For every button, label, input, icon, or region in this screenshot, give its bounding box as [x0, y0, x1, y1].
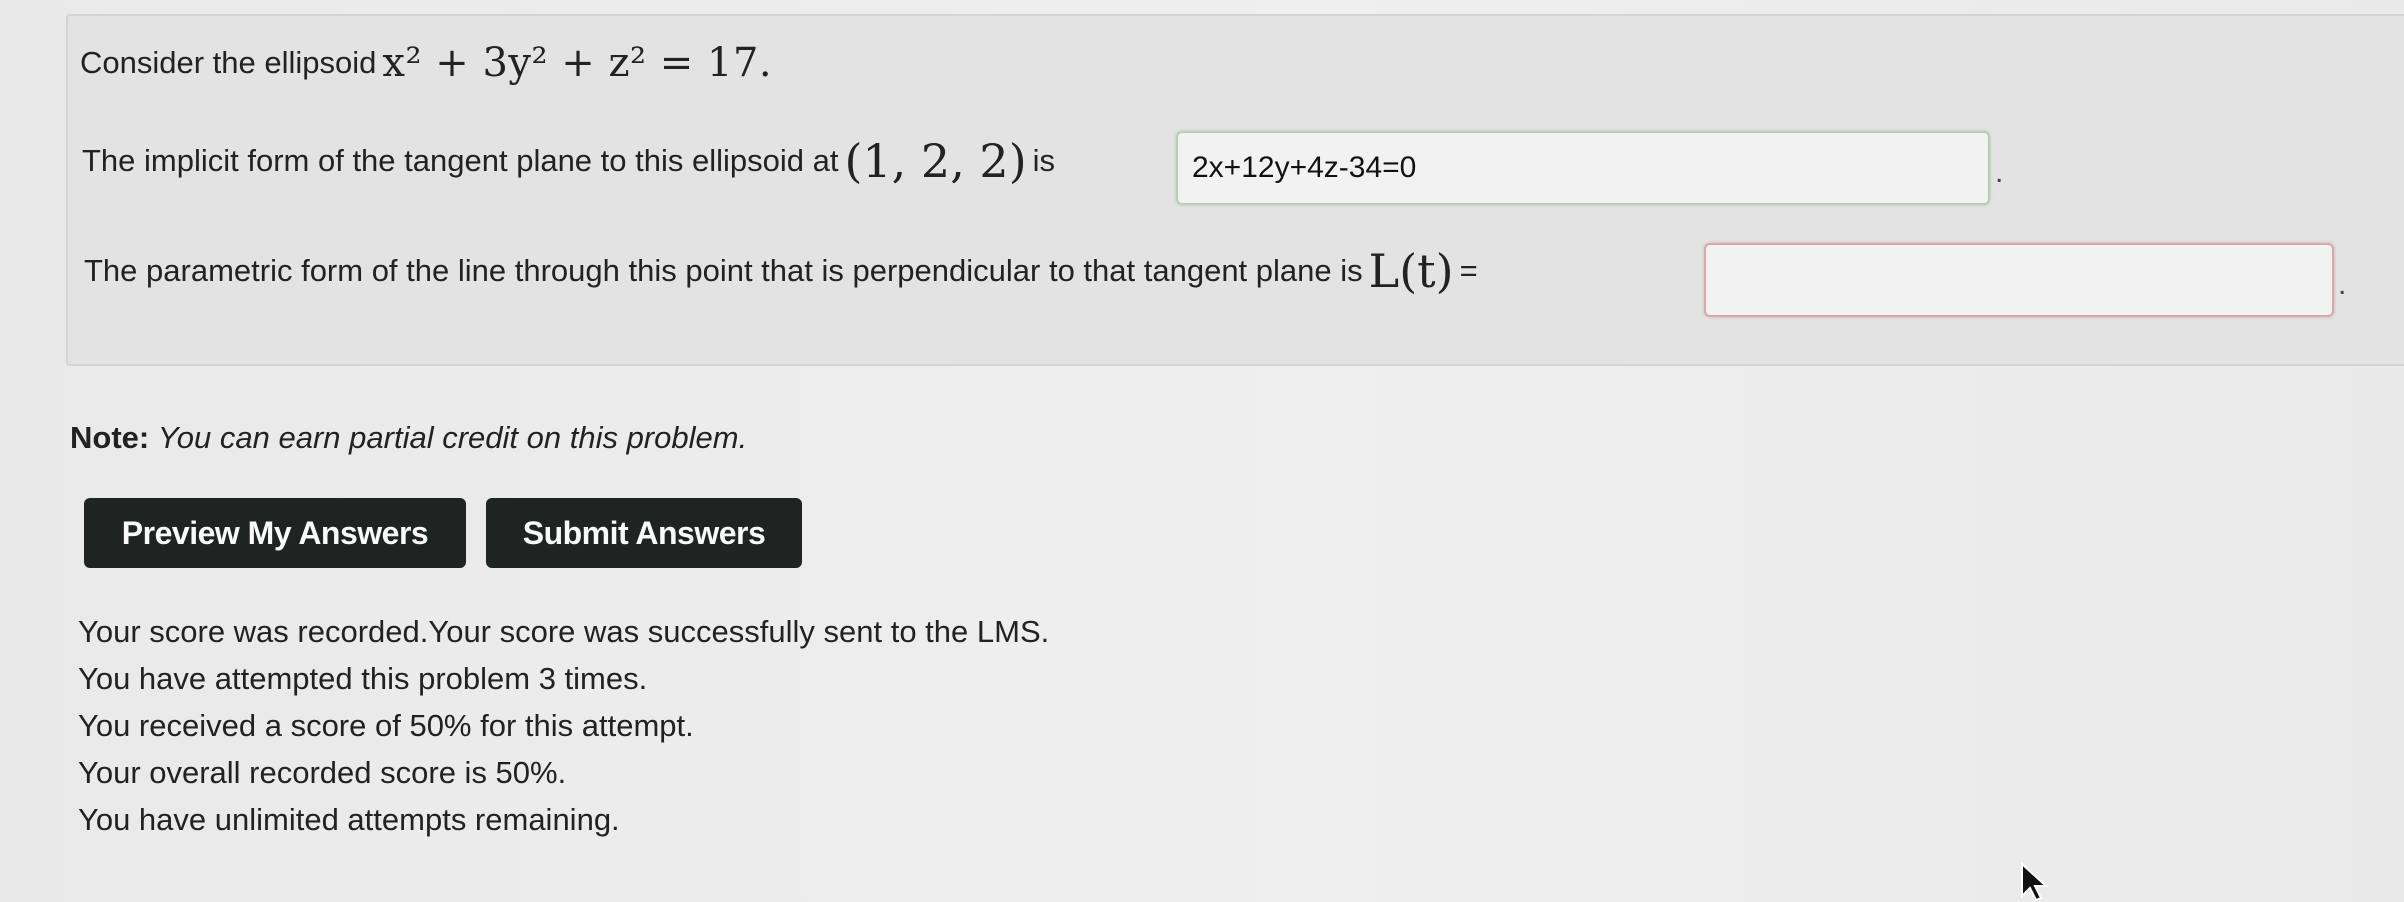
- note-text: You can earn partial credit on this prob…: [157, 420, 748, 455]
- note-label: Note:: [70, 420, 150, 455]
- ellipsoid-equation: x² + 3y² + z² = 17.: [382, 40, 773, 86]
- intro-text: Consider the ellipsoid: [80, 45, 377, 80]
- tangent-plane-answer-input[interactable]: 2x+12y+4z-34=0: [1176, 131, 1990, 205]
- tangent-is-text: is: [1032, 143, 1056, 178]
- line-equals: =: [1459, 253, 1478, 288]
- mouse-pointer-icon: [2021, 862, 2049, 902]
- problem-statement: Consider the ellipsoid x² + 3y² + z² = 1…: [80, 38, 778, 88]
- status-line: You have unlimited attempts remaining.: [78, 802, 620, 837]
- parametric-line-answer-input[interactable]: [1704, 243, 2334, 317]
- tangent-prefix: The implicit form of the tangent plane t…: [82, 143, 839, 178]
- status-line: Your overall recorded score is 50%.: [78, 755, 567, 790]
- problem-page: Consider the ellipsoid x² + 3y² + z² = 1…: [0, 0, 2404, 902]
- period-2: .: [2338, 268, 2347, 301]
- score-status: Your score was recorded.Your score was s…: [78, 608, 1049, 843]
- period-1: .: [1995, 156, 2004, 189]
- tangent-plane-question: The implicit form of the tangent plane t…: [82, 134, 1056, 188]
- partial-credit-note: Note: You can earn partial credit on thi…: [70, 420, 747, 456]
- line-prefix: The parametric form of the line through …: [84, 253, 1363, 288]
- status-line: You received a score of 50% for this att…: [78, 708, 694, 743]
- line-symbol: L(t): [1368, 244, 1454, 298]
- parametric-line-question: The parametric form of the line through …: [84, 244, 1478, 298]
- point-coordinates: (1, 2, 2): [844, 134, 1027, 188]
- submit-answers-button[interactable]: Submit Answers: [486, 498, 802, 568]
- status-line: You have attempted this problem 3 times.: [78, 661, 648, 696]
- preview-answers-button[interactable]: Preview My Answers: [84, 498, 466, 568]
- status-line: Your score was recorded.Your score was s…: [78, 614, 1050, 649]
